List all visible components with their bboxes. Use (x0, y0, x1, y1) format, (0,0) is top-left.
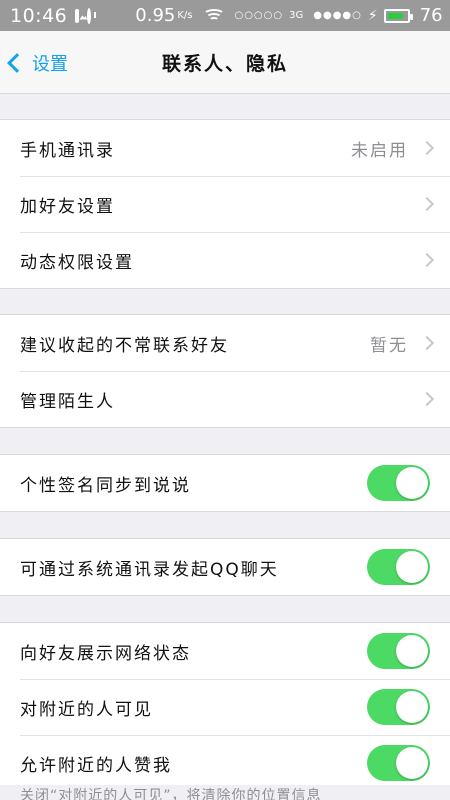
row-add-friend-settings[interactable]: 加好友设置 (0, 176, 450, 232)
chevron-right-icon (419, 335, 435, 351)
battery-level: 76 (419, 5, 443, 26)
row-right: 未启用 (351, 136, 450, 161)
row-value: 暂无 (370, 335, 408, 356)
row-visible-to-nearby: 对附近的人可见 (0, 679, 450, 735)
row-right (408, 252, 450, 268)
row-label: 允许附近的人赞我 (20, 755, 172, 776)
row-allow-nearby-like: 允许附近的人赞我 (0, 735, 450, 791)
row-label: 手机通讯录 (20, 140, 115, 161)
toggle-knob (396, 635, 428, 667)
row-value: 未启用 (351, 140, 408, 161)
row-label: 向好友展示网络状态 (20, 643, 191, 664)
image-icon (75, 8, 80, 23)
row-manage-strangers[interactable]: 管理陌生人 (0, 371, 450, 427)
row-sync-signature: 个性签名同步到说说 (0, 455, 450, 511)
row-right (408, 196, 450, 212)
network-speed: 0.95 (135, 5, 176, 26)
settings-content: 手机通讯录 未启用 加好友设置 动态权限设置 建议收起的不常联系好友 暂无 管理… (0, 94, 450, 792)
toggle-knob (396, 747, 428, 779)
row-feed-permission-settings[interactable]: 动态权限设置 (0, 232, 450, 288)
network-speed-unit: K/s (177, 10, 193, 21)
wifi-icon (203, 8, 226, 23)
page-title: 联系人、隐私 (161, 53, 288, 75)
row-label: 加好友设置 (20, 196, 115, 217)
settings-group-contacts: 手机通讯录 未启用 加好友设置 动态权限设置 (0, 119, 450, 289)
row-system-contacts-chat: 可通过系统通讯录发起QQ聊天 (0, 539, 450, 595)
alarm-icon (87, 7, 97, 24)
row-right (408, 391, 450, 407)
row-label: 建议收起的不常联系好友 (20, 335, 229, 356)
row-right: 暂无 (370, 331, 450, 356)
row-label: 可通过系统通讯录发起QQ聊天 (20, 559, 279, 580)
chevron-right-icon (419, 196, 435, 212)
row-label: 个性签名同步到说说 (20, 475, 191, 496)
status-center: 0.95 K/s ○○○○○ 3G ●●●●○ ⚡ 76 (135, 5, 442, 26)
chevron-right-icon (419, 252, 435, 268)
footer-note: 关闭“对附近的人可见”，将清除你的位置信息 (0, 785, 450, 800)
status-time: 10:46 (10, 4, 68, 27)
row-label: 对附近的人可见 (20, 699, 153, 720)
settings-group-signature: 个性签名同步到说说 (0, 454, 450, 512)
toggle-knob (396, 551, 428, 583)
nav-bar: 设置 联系人、隐私 (0, 31, 450, 94)
row-phone-contacts[interactable]: 手机通讯录 未启用 (0, 120, 450, 176)
row-hide-infrequent-friends[interactable]: 建议收起的不常联系好友 暂无 (0, 315, 450, 371)
toggle-switch[interactable] (367, 689, 430, 725)
settings-group-presence-nearby: 向好友展示网络状态 对附近的人可见 允许附近的人赞我 (0, 622, 450, 792)
row-label: 管理陌生人 (20, 391, 115, 412)
row-show-network-status: 向好友展示网络状态 (0, 623, 450, 679)
toggle-switch[interactable] (367, 549, 430, 585)
chevron-right-icon (419, 391, 435, 407)
row-label: 动态权限设置 (20, 252, 134, 273)
toggle-knob (396, 691, 428, 723)
status-bar: 10:46 0.95 K/s ○○○○○ 3G ●●●●○ ⚡ 76 (0, 0, 450, 31)
battery-icon (383, 8, 413, 23)
chevron-right-icon (419, 140, 435, 156)
toggle-knob (396, 467, 428, 499)
signal-dots-filled: ●●●●○ (313, 10, 362, 21)
settings-group-friends: 建议收起的不常联系好友 暂无 管理陌生人 (0, 314, 450, 428)
network-type: 3G (289, 10, 304, 21)
toggle-switch[interactable] (367, 633, 430, 669)
toggle-switch[interactable] (367, 465, 430, 501)
signal-dots-empty: ○○○○○ (234, 10, 284, 21)
toggle-switch[interactable] (367, 745, 430, 781)
charging-icon: ⚡ (367, 7, 378, 24)
settings-group-system-contacts: 可通过系统通讯录发起QQ聊天 (0, 538, 450, 596)
